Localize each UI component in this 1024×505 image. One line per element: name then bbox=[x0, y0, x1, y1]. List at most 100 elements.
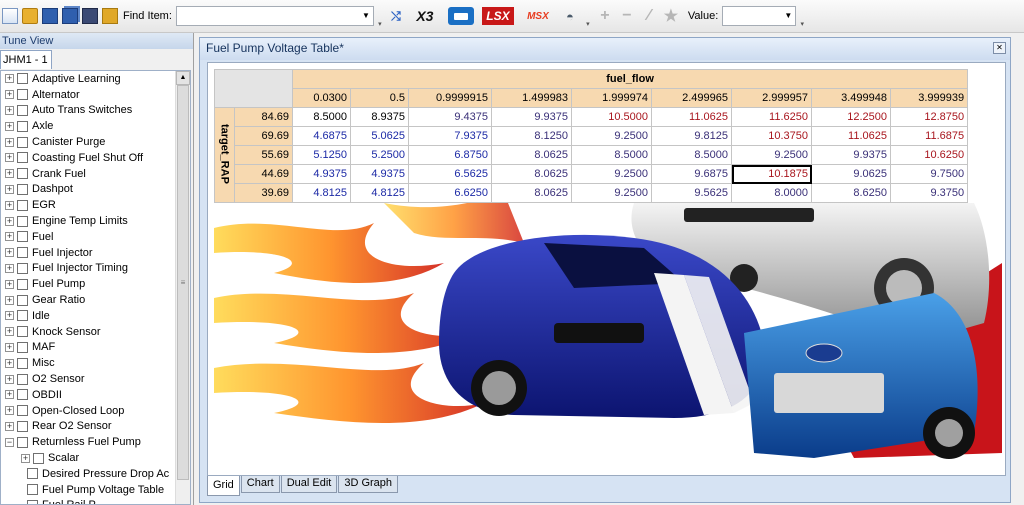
swap-icon[interactable]: ⤭ bbox=[388, 8, 404, 24]
tree-item[interactable]: Desired Pressure Drop Ac bbox=[1, 466, 190, 482]
tree-item-checkbox[interactable] bbox=[17, 152, 28, 164]
table-cell[interactable]: 8.0625 bbox=[491, 183, 572, 203]
tree-item-checkbox[interactable] bbox=[17, 341, 28, 353]
expand-icon[interactable]: + bbox=[5, 121, 14, 131]
table-cell[interactable]: 8.5000 bbox=[571, 145, 652, 165]
table-cell[interactable]: 9.5625 bbox=[651, 183, 732, 203]
expand-icon[interactable]: + bbox=[5, 248, 14, 258]
table-cell[interactable]: 10.3750 bbox=[731, 126, 812, 146]
tree-item-checkbox[interactable] bbox=[17, 247, 28, 259]
table-cell[interactable]: 4.6875 bbox=[292, 126, 351, 146]
expand-icon[interactable]: + bbox=[5, 358, 14, 368]
table-cell[interactable]: 11.0625 bbox=[811, 126, 891, 146]
tree-item[interactable]: − Returnless Fuel Pump bbox=[1, 434, 190, 450]
tree-item-checkbox[interactable] bbox=[17, 278, 28, 290]
expand-icon[interactable]: + bbox=[5, 279, 14, 289]
collapse-icon[interactable]: − bbox=[5, 437, 14, 447]
table-cell[interactable]: 9.2500 bbox=[731, 145, 812, 165]
tree-item-checkbox[interactable] bbox=[17, 104, 28, 116]
table-cell[interactable]: 12.2500 bbox=[811, 107, 891, 127]
tree-item-checkbox[interactable] bbox=[17, 231, 28, 243]
find-item-combo[interactable]: ▼ bbox=[175, 6, 374, 26]
table-cell[interactable]: 11.6875 bbox=[889, 126, 969, 146]
tab-chart[interactable]: Chart bbox=[240, 476, 280, 493]
tree-item-checkbox[interactable] bbox=[33, 452, 44, 464]
table-cell[interactable]: 9.2500 bbox=[571, 164, 652, 184]
tree-item-checkbox[interactable] bbox=[27, 484, 38, 496]
table-cell[interactable]: 9.6875 bbox=[651, 164, 732, 184]
table-cell[interactable]: 8.5000 bbox=[651, 145, 732, 165]
table-cell[interactable]: 5.1250 bbox=[292, 145, 351, 165]
tree-item[interactable]: + Coasting Fuel Shut Off bbox=[1, 150, 190, 166]
find-item-dropdown-icon[interactable]: ▼ bbox=[362, 11, 370, 20]
tree-item[interactable]: + Engine Temp Limits bbox=[1, 213, 190, 229]
tree-item-checkbox[interactable] bbox=[17, 199, 28, 211]
tree-item[interactable]: + Misc bbox=[1, 355, 190, 371]
scroll-thumb[interactable]: ≡ bbox=[177, 85, 189, 480]
table-cell[interactable]: 9.8125 bbox=[651, 126, 732, 146]
value-dropdown-icon[interactable]: ▼ bbox=[784, 11, 792, 20]
tree-item[interactable]: + Alternator bbox=[1, 87, 190, 103]
table-cell[interactable]: 8.0000 bbox=[731, 183, 812, 203]
tab-grid[interactable]: Grid bbox=[207, 476, 240, 496]
table-cell[interactable]: 6.8750 bbox=[408, 145, 492, 165]
value-combo[interactable]: ▼ bbox=[722, 6, 797, 26]
table-cell[interactable]: 5.2500 bbox=[350, 145, 409, 165]
table-cell[interactable]: 9.0625 bbox=[811, 164, 891, 184]
tree-item-checkbox[interactable] bbox=[17, 73, 28, 85]
tree-item[interactable]: + EGR bbox=[1, 197, 190, 213]
expand-icon[interactable]: + bbox=[5, 169, 14, 179]
tree-item-checkbox[interactable] bbox=[17, 262, 28, 274]
expand-icon[interactable]: + bbox=[5, 374, 14, 384]
table-cell[interactable]: 6.5625 bbox=[408, 164, 492, 184]
save-all-icon[interactable] bbox=[62, 8, 78, 24]
tree-item-checkbox[interactable] bbox=[27, 468, 38, 480]
table-cell[interactable]: 9.9375 bbox=[811, 145, 891, 165]
table-cell[interactable]: 8.1250 bbox=[491, 126, 572, 146]
expand-icon[interactable]: + bbox=[5, 153, 14, 163]
table-cell[interactable]: 11.6250 bbox=[731, 107, 812, 127]
x3-logo[interactable]: X3 bbox=[410, 7, 440, 25]
tree-item[interactable]: + Dashpot bbox=[1, 182, 190, 198]
tree-item-checkbox[interactable] bbox=[17, 89, 28, 101]
tune-tab[interactable]: JHM1 - 1 bbox=[0, 50, 52, 69]
tree-item[interactable]: + Axle bbox=[1, 118, 190, 134]
toolbar-grip-icon[interactable]: ▾ bbox=[377, 4, 383, 28]
table-cell[interactable]: 8.0625 bbox=[491, 164, 572, 184]
expand-icon[interactable]: + bbox=[5, 90, 14, 100]
toolbar-grip-icon-2[interactable]: ▾ bbox=[585, 4, 591, 28]
tree-item-checkbox[interactable] bbox=[17, 436, 28, 448]
expand-icon[interactable]: + bbox=[5, 311, 14, 321]
tree-item[interactable]: + Adaptive Learning bbox=[1, 71, 190, 87]
expand-icon[interactable]: + bbox=[5, 327, 14, 337]
expand-icon[interactable]: + bbox=[5, 137, 14, 147]
tree-item[interactable]: + O2 Sensor bbox=[1, 371, 190, 387]
table-cell[interactable]: 8.5000 bbox=[292, 107, 351, 127]
tree-item[interactable]: + MAF bbox=[1, 340, 190, 356]
table-cell[interactable]: 4.9375 bbox=[292, 164, 351, 184]
table-cell[interactable]: 4.9375 bbox=[350, 164, 409, 184]
tree-item[interactable]: + Idle bbox=[1, 308, 190, 324]
table-cell[interactable]: 10.1875 bbox=[731, 164, 812, 184]
expand-icon[interactable]: + bbox=[5, 421, 14, 431]
expand-icon[interactable]: + bbox=[5, 406, 14, 416]
table-cell[interactable]: 8.6250 bbox=[811, 183, 891, 203]
eye-icon[interactable]: ◓ bbox=[560, 8, 580, 24]
expand-icon[interactable]: + bbox=[5, 200, 14, 210]
tree-item-checkbox[interactable] bbox=[17, 357, 28, 369]
table-cell[interactable]: 9.3750 bbox=[889, 183, 969, 203]
expand-icon[interactable]: + bbox=[5, 105, 14, 115]
table-cell[interactable]: 10.5000 bbox=[571, 107, 652, 127]
table-cell[interactable]: 10.6250 bbox=[889, 145, 969, 165]
tune-folder-icon[interactable] bbox=[102, 8, 118, 24]
table-cell[interactable]: 9.2500 bbox=[571, 183, 652, 203]
tree-item-checkbox[interactable] bbox=[17, 389, 28, 401]
tree-item[interactable]: Fuel Rail P bbox=[1, 498, 190, 504]
table-cell[interactable]: 5.0625 bbox=[350, 126, 409, 146]
table-cell[interactable]: 4.8125 bbox=[350, 183, 409, 203]
tree-item-checkbox[interactable] bbox=[17, 326, 28, 338]
tree-item-checkbox[interactable] bbox=[17, 294, 28, 306]
tree-item[interactable]: + Knock Sensor bbox=[1, 324, 190, 340]
tree-item[interactable]: + Crank Fuel bbox=[1, 166, 190, 182]
expand-icon[interactable]: + bbox=[5, 216, 14, 226]
